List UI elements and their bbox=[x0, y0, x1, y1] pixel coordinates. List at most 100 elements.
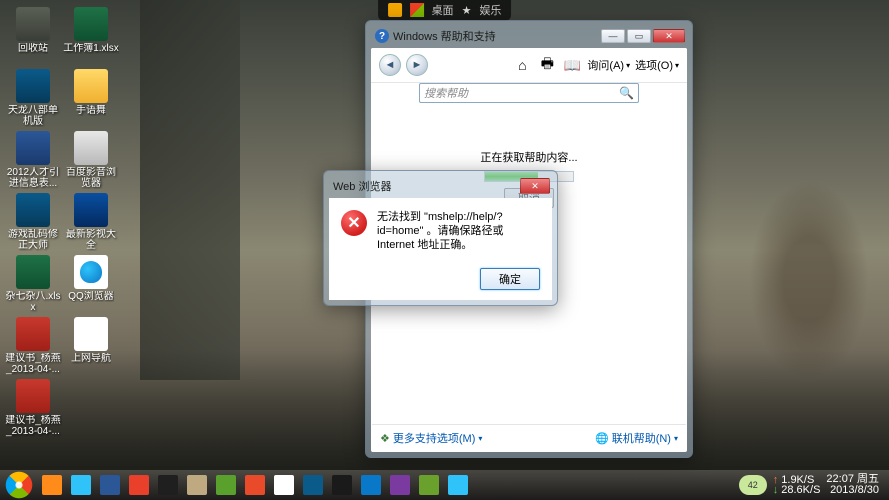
accel-badge[interactable]: 42 bbox=[739, 475, 767, 495]
app-icon bbox=[332, 475, 352, 495]
file-icon bbox=[74, 7, 108, 41]
maximize-button[interactable]: ▭ bbox=[627, 29, 651, 43]
online-help-link[interactable]: 🌐联机帮助(N) bbox=[595, 430, 678, 446]
app-icon bbox=[274, 475, 294, 495]
back-button[interactable]: ◄ bbox=[379, 54, 401, 76]
home-icon[interactable]: ⌂ bbox=[512, 55, 532, 75]
desktop-icon[interactable]: 手语舞 bbox=[62, 67, 120, 127]
app-icon bbox=[187, 475, 207, 495]
taskbar-pin[interactable] bbox=[212, 472, 240, 498]
error-titlebar[interactable]: Web 浏览器 ✕ bbox=[329, 176, 552, 198]
print-icon[interactable]: 🖶 bbox=[537, 55, 557, 75]
file-icon bbox=[74, 131, 108, 165]
taskbar-pin[interactable] bbox=[415, 472, 443, 498]
icon-label: 游戏乱码修正大师 bbox=[4, 229, 62, 251]
desktop-icon[interactable]: 建议书_杨燕_2013-04-... bbox=[4, 315, 62, 375]
taskbar-pin[interactable] bbox=[299, 472, 327, 498]
icon-label: 回收站 bbox=[18, 43, 48, 54]
app-icon bbox=[42, 475, 62, 495]
file-icon bbox=[74, 193, 108, 227]
desktop-icon[interactable]: 百度影音浏览器 bbox=[62, 129, 120, 189]
app-icon bbox=[419, 475, 439, 495]
icon-label: 建议书_杨燕_2013-04-... bbox=[4, 353, 62, 375]
taskbar-pin[interactable] bbox=[444, 472, 472, 498]
app-icon bbox=[361, 475, 381, 495]
desktop-icon[interactable]: 天龙八部单机版 bbox=[4, 67, 62, 127]
ok-button[interactable]: 确定 bbox=[480, 268, 540, 290]
minimize-button[interactable]: — bbox=[601, 29, 625, 43]
file-icon bbox=[16, 69, 50, 103]
taskbar: 42 ↑ 1.9K/S ↓ 28.6K/S 22:07 周五 2013/8/30 bbox=[0, 470, 889, 500]
app-icon bbox=[448, 475, 468, 495]
forward-button[interactable]: ► bbox=[406, 54, 428, 76]
desktop-icon[interactable]: 回收站 bbox=[4, 5, 62, 65]
start-button[interactable] bbox=[4, 470, 34, 500]
clock[interactable]: 22:07 周五 2013/8/30 bbox=[826, 474, 879, 496]
icon-label: 天龙八部单机版 bbox=[4, 105, 62, 127]
icon-label: 手语舞 bbox=[76, 105, 106, 116]
taskbar-pin[interactable] bbox=[38, 472, 66, 498]
taskbar-pin[interactable] bbox=[328, 472, 356, 498]
app-icon bbox=[245, 475, 265, 495]
icon-label: 2012人才引进信息表... bbox=[4, 167, 62, 189]
error-dialog: Web 浏览器 ✕ ✕ 无法找到 "mshelp://help/?id=home… bbox=[323, 170, 558, 306]
options-menu[interactable]: 选项(O) bbox=[635, 57, 679, 73]
app-icon bbox=[71, 475, 91, 495]
netspeed: ↑ 1.9K/S ↓ 28.6K/S bbox=[773, 475, 821, 495]
app-icon bbox=[216, 475, 236, 495]
help-toolbar: ◄ ► ⌂ 🖶 📖 询问(A) 选项(O) bbox=[371, 48, 687, 83]
icon-label: 百度影音浏览器 bbox=[62, 167, 120, 189]
file-icon bbox=[16, 131, 50, 165]
icon-label: 最新影视大全 bbox=[62, 229, 120, 251]
search-placeholder: 搜索帮助 bbox=[424, 85, 468, 101]
error-title-text: Web 浏览器 bbox=[333, 178, 391, 194]
app-icon bbox=[390, 475, 410, 495]
desktop-icon[interactable]: QQ浏览器 bbox=[62, 253, 120, 313]
file-icon bbox=[16, 7, 50, 41]
desktop-icon[interactable]: 最新影视大全 bbox=[62, 191, 120, 251]
icon-label: QQ浏览器 bbox=[68, 291, 114, 302]
error-icon: ✕ bbox=[341, 210, 367, 236]
file-icon bbox=[74, 317, 108, 351]
taskbar-pin[interactable] bbox=[241, 472, 269, 498]
loading-text: 正在获取帮助内容... bbox=[371, 149, 687, 165]
taskbar-pin[interactable] bbox=[96, 472, 124, 498]
taskbar-pin[interactable] bbox=[386, 472, 414, 498]
taskbar-pin[interactable] bbox=[125, 472, 153, 498]
taskbar-pin[interactable] bbox=[67, 472, 95, 498]
icon-label: 建议书_杨燕_2013-04-... bbox=[4, 415, 62, 437]
search-go-icon[interactable]: 🔍 bbox=[619, 86, 634, 100]
help-footer: ❖更多支持选项(M) 🌐联机帮助(N) bbox=[372, 424, 686, 451]
app-icon bbox=[303, 475, 323, 495]
system-tray[interactable]: 42 ↑ 1.9K/S ↓ 28.6K/S 22:07 周五 2013/8/30 bbox=[739, 474, 885, 496]
help-icon: ? bbox=[375, 29, 389, 43]
help-title-text: Windows 帮助和支持 bbox=[393, 28, 496, 44]
desktop-icon[interactable]: 杂七杂八.xlsx bbox=[4, 253, 62, 313]
error-message: 无法找到 "mshelp://help/?id=home" 。请确保路径或 In… bbox=[377, 210, 540, 252]
taskbar-pin[interactable] bbox=[154, 472, 182, 498]
desktop-icon[interactable]: 建议书_杨燕_2013-04-... bbox=[4, 377, 62, 437]
file-icon bbox=[16, 379, 50, 413]
taskbar-pin[interactable] bbox=[183, 472, 211, 498]
desktop-icon[interactable]: 游戏乱码修正大师 bbox=[4, 191, 62, 251]
search-input[interactable]: 搜索帮助 🔍 bbox=[419, 83, 639, 103]
icon-label: 工作簿1.xlsx bbox=[63, 43, 119, 54]
file-icon bbox=[74, 255, 108, 289]
desktop-icon[interactable]: 工作簿1.xlsx bbox=[62, 5, 120, 65]
desktop-icon[interactable]: 2012人才引进信息表... bbox=[4, 129, 62, 189]
help-titlebar[interactable]: ? Windows 帮助和支持 — ▭ ✕ bbox=[371, 26, 687, 48]
app-icon bbox=[158, 475, 178, 495]
desktop-icon[interactable]: 上网导航 bbox=[62, 315, 120, 375]
more-support-link[interactable]: ❖更多支持选项(M) bbox=[380, 430, 482, 446]
file-icon bbox=[16, 255, 50, 289]
error-close-button[interactable]: ✕ bbox=[520, 178, 550, 194]
close-button[interactable]: ✕ bbox=[653, 29, 685, 43]
taskbar-pin[interactable] bbox=[270, 472, 298, 498]
taskbar-pin[interactable] bbox=[357, 472, 385, 498]
icon-label: 杂七杂八.xlsx bbox=[4, 291, 62, 313]
file-icon bbox=[16, 317, 50, 351]
ask-menu[interactable]: 询问(A) bbox=[587, 57, 630, 73]
browse-icon[interactable]: 📖 bbox=[562, 55, 582, 75]
app-icon bbox=[100, 475, 120, 495]
icon-label: 上网导航 bbox=[71, 353, 111, 364]
